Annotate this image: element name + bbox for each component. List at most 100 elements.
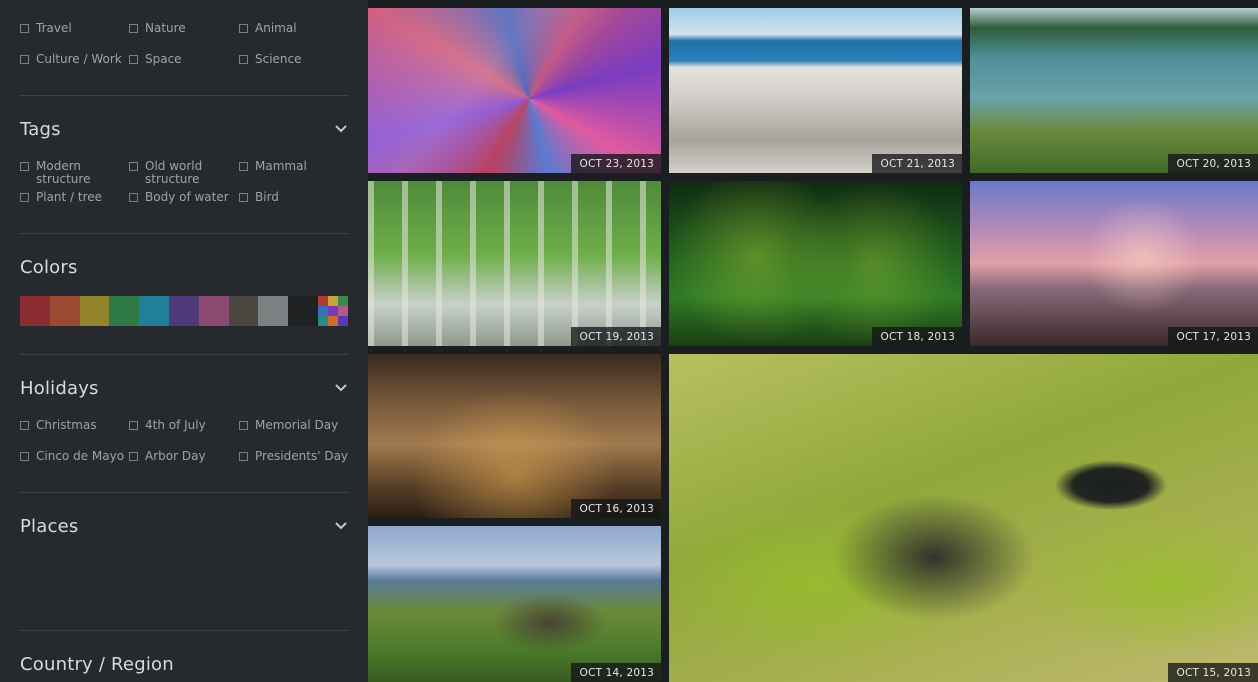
colors-title: Colors [20,257,78,278]
divider [20,630,348,631]
filter-culture-work[interactable]: Culture / Work [20,53,132,66]
colors-header: Colors [20,257,348,279]
multicolor-cell [317,306,328,316]
holidays-header[interactable]: Holidays [20,378,348,400]
checkbox[interactable] [239,193,248,202]
color-swatch[interactable] [20,296,50,326]
color-swatch[interactable] [198,296,229,326]
filter-label: Presidents' Day [255,449,349,463]
checkbox[interactable] [129,24,138,33]
filter-label: Old world structure [145,159,203,186]
wallpaper-tile[interactable]: OCT 16, 2013 [368,354,661,518]
multicolor-cell [337,316,348,326]
places-header[interactable]: Places [20,516,348,538]
multicolor-cell [337,306,348,316]
color-swatch[interactable] [258,296,289,326]
filter-memorial-day[interactable]: Memorial Day [239,419,351,432]
checkbox[interactable] [129,421,138,430]
date-label: OCT 18, 2013 [872,327,962,346]
filter-presidents-day[interactable]: Presidents' Day [239,450,355,463]
filter-cinco-de-mayo[interactable]: Cinco de Mayo [20,450,132,463]
wallpaper-tile[interactable]: OCT 20, 2013 [970,8,1258,173]
filter-bird[interactable]: Bird [239,191,337,204]
country-region-title: Country / Region [20,654,174,675]
places-title: Places [20,516,79,537]
filter-arbor-day[interactable]: Arbor Day [129,450,227,463]
wallpaper-image [970,8,1258,173]
filter-plant-tree[interactable]: Plant / tree [20,191,118,204]
country-region-header[interactable]: Country / Region [20,654,348,676]
wallpaper-tile[interactable]: OCT 21, 2013 [669,8,962,173]
color-swatch[interactable] [79,296,110,326]
color-swatch[interactable] [49,296,80,326]
filter-old-world-structure[interactable]: Old world structure [129,160,217,186]
checkbox[interactable] [20,452,29,461]
color-swatch-multicolor[interactable] [317,296,348,326]
wallpaper-image [368,181,661,346]
color-swatch[interactable] [288,296,318,326]
filter-label: Culture / Work [36,52,122,66]
checkbox[interactable] [129,193,138,202]
wallpaper-image [970,181,1258,346]
color-swatch[interactable] [228,296,259,326]
wallpaper-tile-featured[interactable]: OCT 15, 2013 [669,354,1258,682]
divider [20,95,348,96]
filter-space[interactable]: Space [129,53,227,66]
filter-nature[interactable]: Nature [129,22,227,35]
checkbox[interactable] [239,24,248,33]
chevron-down-icon[interactable] [334,381,348,395]
checkbox[interactable] [239,421,248,430]
divider [20,492,348,493]
color-swatch[interactable] [109,296,140,326]
filter-christmas[interactable]: Christmas [20,419,118,432]
filter-label: Animal [255,21,297,35]
filter-science[interactable]: Science [239,53,337,66]
filter-label: 4th of July [145,418,206,432]
filter-label: Mammal [255,159,307,173]
filter-label: Science [255,52,302,66]
filter-travel[interactable]: Travel [20,22,118,35]
multicolor-cell [337,296,348,306]
color-swatch[interactable] [168,296,199,326]
color-swatch[interactable] [139,296,169,326]
wallpaper-tile[interactable]: OCT 17, 2013 [970,181,1258,346]
wallpaper-image [368,526,661,682]
divider [20,233,348,234]
filter-animal[interactable]: Animal [239,22,337,35]
filter-label: Cinco de Mayo [36,449,125,463]
checkbox[interactable] [20,162,29,171]
wallpaper-tile[interactable]: OCT 19, 2013 [368,181,661,346]
filter-sidebar: Travel Nature Animal Culture / Work Spac… [0,0,368,682]
filter-mammal[interactable]: Mammal [239,160,337,173]
checkbox[interactable] [239,55,248,64]
wallpaper-tile[interactable]: OCT 23, 2013 [368,8,661,173]
checkbox[interactable] [20,24,29,33]
checkbox[interactable] [129,55,138,64]
multicolor-cell [327,306,338,316]
filter-label: Nature [145,21,186,35]
multicolor-cell [317,296,328,306]
filter-modern-structure[interactable]: Modern structure [20,160,100,186]
filter-body-of-water[interactable]: Body of water [129,191,241,204]
filter-label: Travel [36,21,72,35]
wallpaper-tile[interactable]: OCT 18, 2013 [669,181,962,346]
checkbox[interactable] [129,162,138,171]
checkbox[interactable] [239,452,248,461]
checkbox[interactable] [239,162,248,171]
filter-label: Bird [255,190,279,204]
checkbox[interactable] [20,421,29,430]
holidays-title: Holidays [20,378,99,399]
filter-label: Plant / tree [36,190,103,204]
tags-header[interactable]: Tags [20,119,348,141]
multicolor-cell [317,316,328,326]
divider [20,354,348,355]
checkbox[interactable] [129,452,138,461]
chevron-down-icon[interactable] [334,519,348,533]
date-label: OCT 14, 2013 [571,663,661,682]
chevron-down-icon[interactable] [334,122,348,136]
filter-4th-of-july[interactable]: 4th of July [129,419,227,432]
wallpaper-tile[interactable]: OCT 14, 2013 [368,526,661,682]
checkbox[interactable] [20,55,29,64]
wallpaper-image [669,181,962,346]
checkbox[interactable] [20,193,29,202]
